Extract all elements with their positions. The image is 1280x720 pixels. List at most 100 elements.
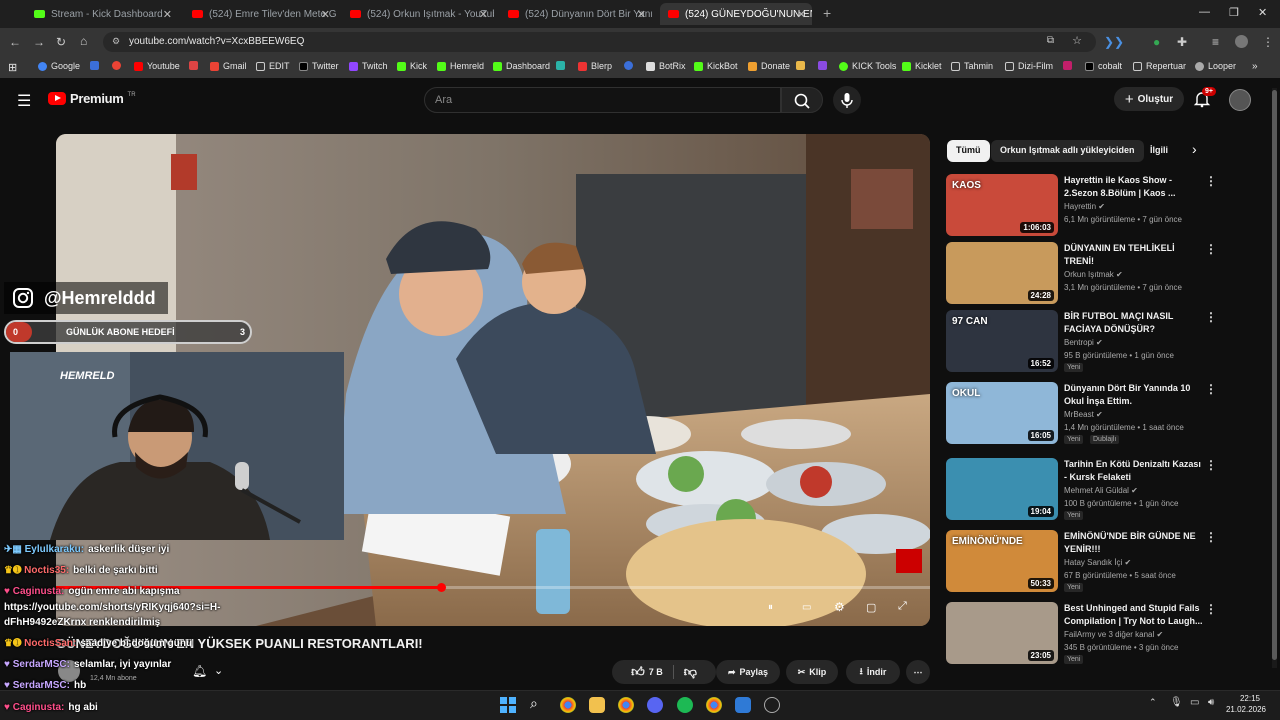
bookmark-kickbot[interactable]: KickBot (694, 61, 738, 71)
browser-menu-icon[interactable]: ⋮ (1262, 35, 1274, 49)
start-button[interactable] (500, 697, 516, 713)
bookmark-gmail[interactable]: Gmail (210, 61, 247, 71)
video-card-title[interactable]: EMİNÖNÜ'NDE BİR GÜNDE NE YENİR!!! (1064, 530, 1204, 556)
chrome-taskbar-icon[interactable] (560, 697, 576, 713)
video-card-channel[interactable]: Hayrettin ✔ (1064, 202, 1105, 211)
search-icon[interactable]: ⌕ (530, 695, 538, 712)
spotify-icon[interactable] (677, 697, 693, 713)
video-card-title[interactable]: Hayrettin ile Kaos Show - 2.Sezon 8.Bölü… (1064, 174, 1204, 200)
microphone-icon[interactable]: 🎙︎ (1170, 697, 1183, 708)
download-button[interactable]: ⭳ İndir (846, 660, 900, 684)
close-icon[interactable]: ✕ (797, 8, 806, 21)
video-card-title[interactable]: DÜNYANIN EN TEHLİKELİ TRENİ! (1064, 242, 1204, 268)
more-options-icon[interactable]: ⋮ (1205, 602, 1217, 616)
more-options-icon[interactable]: ⋮ (1205, 530, 1217, 544)
bookmark-icon[interactable] (818, 61, 831, 70)
bookmark-kick[interactable]: Kick (397, 61, 427, 71)
recommended-video-card[interactable]: KAOS 1:06:03 Hayrettin ile Kaos Show - 2.S… (946, 174, 1217, 238)
bookmark-edit[interactable]: EDIT (256, 61, 290, 71)
app-taskbar-icon[interactable] (735, 697, 751, 713)
new-tab-button[interactable]: + (823, 5, 831, 21)
browser-tab[interactable]: (524) Orkun Işıtmak - YouTube ✕ (342, 3, 494, 25)
bell-icon[interactable]: 🔔︎ (192, 664, 207, 678)
bookmark-icon[interactable] (624, 61, 637, 70)
bookmark-twitter[interactable]: Twitter (299, 61, 339, 71)
reload-button[interactable]: ↻ (56, 35, 66, 49)
video-thumbnail[interactable]: 19:04 (946, 458, 1058, 520)
more-options-icon[interactable]: ⋮ (1205, 458, 1217, 472)
bookmark-looper[interactable]: Looper (1195, 61, 1236, 71)
video-thumbnail[interactable]: EMİNÖNÜ'NDE 50:33 (946, 530, 1058, 592)
bookmark-star-icon[interactable]: ☆ (1072, 34, 1082, 47)
browser-tab-active[interactable]: (524) GÜNEYDOĞU'NUN EN DE✕ (660, 3, 812, 25)
chrome-taskbar-icon[interactable] (706, 697, 722, 713)
chrome-taskbar-icon[interactable] (618, 697, 634, 713)
video-card-channel[interactable]: Hatay Sandık İçi ✔ (1064, 558, 1131, 567)
bookmark-hemreld[interactable]: Hemreld (437, 61, 484, 71)
extension-icon[interactable]: ● (1153, 35, 1160, 49)
file-explorer-icon[interactable] (589, 697, 605, 713)
video-card-title[interactable]: BİR FUTBOL MAÇI NASIL FACİAYA DÖNÜŞÜR? (1064, 310, 1204, 336)
subtitles-icon[interactable]: ▭ (802, 602, 811, 613)
extensions-puzzle-icon[interactable]: ✚ (1177, 35, 1187, 49)
bookmark-donate[interactable]: Donate (748, 61, 790, 71)
network-icon[interactable]: ▭ (1190, 697, 1199, 708)
close-icon[interactable]: ✕ (163, 8, 172, 21)
extension-icon[interactable]: ❯❯ (1104, 35, 1124, 49)
chip-related[interactable]: İlgili (1141, 140, 1177, 162)
browser-tab[interactable]: (524) Dünyanın Dört Bir Yanında✕ (500, 3, 652, 25)
bookmark-tahmin[interactable]: Tahmin (951, 61, 993, 71)
bookmark-icon[interactable] (90, 61, 103, 70)
window-close-button[interactable]: ✕ (1258, 6, 1267, 19)
video-card-title[interactable]: Dünyanın Dört Bir Yanında 10 Okul İnşa E… (1064, 382, 1204, 408)
voice-search-button[interactable] (833, 86, 861, 114)
close-icon[interactable]: ✕ (637, 8, 646, 21)
recommended-video-card[interactable]: 19:04 Tarihin En Kötü Denizaltı Kazası - … (946, 458, 1217, 522)
site-info-icon[interactable]: ⚙ (112, 36, 120, 47)
search-button[interactable] (781, 87, 823, 113)
bookmark-youtube[interactable]: Youtube (134, 61, 180, 71)
bookmark-botrix[interactable]: BotRix (646, 61, 686, 71)
back-button[interactable]: ← (9, 35, 21, 49)
recommended-video-card[interactable]: OKUL 16:05 Dünyanın Dört Bir Yanında 10 Ok… (946, 382, 1217, 446)
settings-icon[interactable]: ⚙ (834, 600, 845, 614)
bookmark-blerp[interactable]: Blerp (578, 61, 612, 71)
bookmark-kick-tools[interactable]: KICK Tools (839, 61, 896, 71)
chip-all[interactable]: Tümü (947, 140, 990, 162)
app-taskbar-icon[interactable] (764, 697, 780, 713)
theater-mode-icon[interactable]: ▢ (866, 601, 876, 614)
close-icon[interactable]: ✕ (479, 8, 488, 21)
search-input[interactable]: Ara (424, 87, 781, 113)
video-thumbnail[interactable]: 24:28 (946, 242, 1058, 304)
video-card-channel[interactable]: Mehmet Ali Güldal ✔ (1064, 486, 1138, 495)
video-card-title[interactable]: Tarihin En Kötü Denizaltı Kazası - Kursk… (1064, 458, 1204, 484)
bookmark-dizi-film[interactable]: Dizi-Film (1005, 61, 1053, 71)
more-options-icon[interactable]: ⋮ (1205, 242, 1217, 256)
maximize-button[interactable]: ❐ (1229, 6, 1239, 19)
discord-icon[interactable] (647, 697, 663, 713)
more-options-icon[interactable]: ⋮ (1205, 310, 1217, 324)
bookmark-icon[interactable] (112, 61, 125, 70)
home-button[interactable]: ⌂ (80, 34, 87, 48)
chevron-right-icon[interactable]: › (1192, 141, 1197, 157)
bookmark-icon[interactable] (556, 61, 569, 70)
more-options-icon[interactable]: ⋮ (1205, 174, 1217, 188)
progress-scrubber[interactable] (436, 583, 446, 592)
close-icon[interactable]: ✕ (321, 8, 330, 21)
clock-date[interactable]: 21.02.2026 (1222, 705, 1266, 714)
youtube-premium-logo[interactable]: Premium TR (48, 91, 136, 106)
recommended-video-card[interactable]: 24:28 DÜNYANIN EN TEHLİKELİ TRENİ! Orkun I… (946, 242, 1217, 306)
like-button[interactable]: 👍︎ (631, 664, 645, 680)
notifications-button[interactable]: 9+ (1193, 87, 1216, 113)
browser-tab[interactable]: Stream - Kick Dashboard ✕ (26, 3, 178, 25)
share-button[interactable]: ➦ Paylaş (716, 660, 780, 684)
video-thumbnail[interactable]: KAOS 1:06:03 (946, 174, 1058, 236)
volume-icon[interactable]: 🔊︎ (1208, 697, 1214, 708)
more-actions-button[interactable]: ⋯ (906, 660, 930, 684)
browser-tab[interactable]: (524) Emre Tilev'den Mete Gaz ✕ (184, 3, 336, 25)
clip-button[interactable]: ✂ Klip (786, 660, 838, 684)
video-card-channel[interactable]: Orkun Işıtmak ✔ (1064, 270, 1123, 279)
account-avatar[interactable] (1229, 89, 1251, 111)
dislike-button[interactable]: 👎︎ (684, 664, 697, 680)
progress-track[interactable] (56, 586, 930, 589)
